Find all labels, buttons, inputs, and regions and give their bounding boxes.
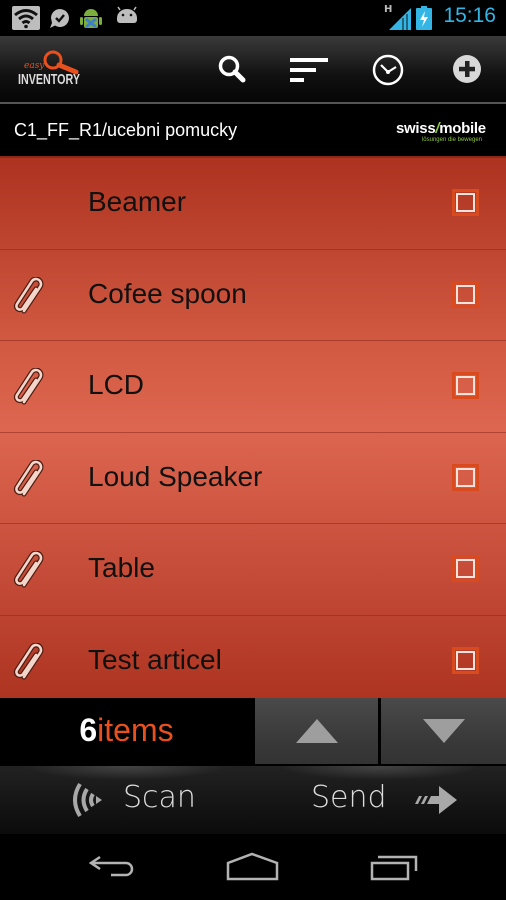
send-arrow-icon	[415, 786, 457, 814]
scan-button[interactable]: Scan	[0, 766, 253, 834]
svg-text:easy: easy	[24, 61, 45, 71]
search-icon	[218, 55, 246, 83]
swiss1mobile-logo: swiss/mobile lösungen die bewegen	[396, 120, 486, 143]
back-button[interactable]	[88, 852, 138, 884]
location-bar: C1_FF_R1/ucebni pomucky swiss/mobile lös…	[0, 106, 506, 158]
android-download-icon	[80, 9, 102, 29]
status-bar: H 15:16	[0, 0, 506, 36]
list-item-1[interactable]: Cofee spoon	[0, 250, 506, 341]
list-item-0[interactable]: Beamer	[0, 158, 506, 250]
item-checkbox[interactable]	[452, 646, 479, 674]
item-label: Cofee spoon	[88, 277, 247, 309]
wifi-icon	[12, 6, 40, 30]
sort-button[interactable]	[288, 50, 328, 90]
location-path: C1_FF_R1/ucebni pomucky	[14, 120, 238, 140]
android-icon	[117, 6, 137, 23]
search-button[interactable]	[212, 50, 252, 90]
triangle-up-icon	[295, 719, 338, 743]
paperclip-attachment-icon	[13, 459, 44, 496]
add-icon	[453, 55, 481, 83]
back-arrow-icon	[88, 855, 134, 877]
item-label: Beamer	[88, 186, 187, 217]
history-button[interactable]	[368, 50, 408, 90]
svg-text:INVENTORY: INVENTORY	[18, 71, 80, 88]
add-button[interactable]	[447, 50, 487, 90]
paperclip-attachment-icon	[13, 368, 44, 405]
action-row: Scan Send	[0, 766, 506, 834]
item-checkbox[interactable]	[452, 189, 479, 216]
item-checkbox[interactable]	[452, 555, 479, 582]
clock-time: 15:16	[443, 4, 496, 27]
check-notification-icon	[50, 9, 69, 29]
paperclip-attachment-icon	[13, 276, 44, 313]
recent-apps-button[interactable]	[370, 852, 420, 884]
list-item-2[interactable]: LCD	[0, 341, 506, 433]
item-count-label: items	[97, 712, 174, 748]
signal-icon	[389, 8, 411, 30]
scroll-up-button[interactable]	[255, 698, 378, 764]
home-button[interactable]	[226, 852, 280, 884]
item-checkbox[interactable]	[452, 280, 479, 308]
action-bar: easy INVENTORY	[0, 36, 506, 104]
paperclip-attachment-icon	[13, 551, 44, 588]
history-clock-icon	[372, 54, 404, 86]
item-checkbox[interactable]	[452, 463, 479, 491]
send-button[interactable]: Send	[253, 766, 506, 834]
triangle-down-icon	[422, 719, 465, 743]
item-label: Loud Speaker	[88, 460, 263, 492]
brand-tagline: lösungen die bewegen	[421, 137, 482, 143]
scroll-down-button[interactable]	[381, 698, 506, 764]
item-checkbox[interactable]	[452, 372, 479, 399]
item-label: LCD	[88, 369, 145, 400]
scan-label: Scan	[123, 780, 196, 815]
item-count: 6items	[0, 698, 253, 766]
send-label: Send	[311, 780, 387, 815]
battery-charging-icon	[416, 6, 432, 30]
system-navigation-bar	[0, 834, 506, 900]
item-list: Beamer Cofee spoon LCD Loud Speaker Tabl…	[0, 158, 506, 698]
item-label: Table	[88, 552, 155, 583]
item-count-number: 6	[79, 712, 98, 748]
recent-apps-icon	[370, 855, 418, 881]
list-item-4[interactable]: Table	[0, 524, 506, 616]
paperclip-attachment-icon	[13, 642, 44, 679]
list-item-3[interactable]: Loud Speaker	[0, 433, 506, 524]
sort-icon	[290, 58, 328, 82]
easy-inventory-logo[interactable]: easy INVENTORY	[16, 48, 86, 90]
scan-signal-icon	[73, 782, 102, 818]
home-icon	[226, 852, 279, 881]
list-item-5[interactable]: Test articel	[0, 616, 506, 708]
item-label: Test articel	[88, 643, 222, 675]
